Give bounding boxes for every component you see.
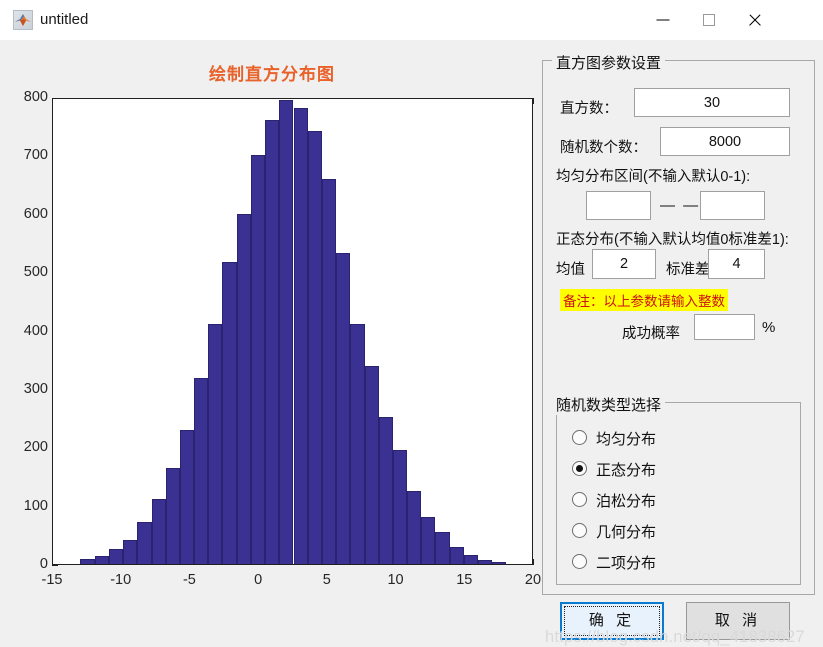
radio-label: 二项分布: [596, 555, 657, 572]
probability-label: 成功概率: [622, 326, 680, 342]
window-content: 绘制直方分布图 0 100 200 300 400 500 600 700 800 -15 -10…: [0, 40, 823, 646]
histogram-figure: 绘制直方分布图 0 100 200 300 400 500 600 700 800 -15 -10…: [8, 48, 541, 612]
minimize-button[interactable]: [640, 0, 686, 40]
y-tick-label: 400: [23, 322, 48, 339]
histogram-bar: [194, 378, 209, 564]
ok-button-label: 确 定: [588, 612, 636, 629]
x-tick-label: -10: [110, 572, 132, 588]
y-tick-label: 300: [23, 380, 48, 397]
histogram-bar: [179, 429, 195, 564]
radio-icon[interactable]: [572, 523, 587, 538]
histogram-bar: [137, 521, 152, 564]
maximize-button[interactable]: [686, 0, 732, 40]
x-tick-label: 15: [456, 572, 473, 588]
normal-dist-label: 正态分布(不输入默认均值0标准差1):: [556, 232, 789, 248]
y-tick-label: 200: [23, 439, 48, 456]
x-tick-label: -15: [41, 572, 63, 588]
histogram-bar: [336, 252, 351, 564]
histogram-bar: [350, 323, 365, 564]
mean-label: 均值: [556, 262, 585, 278]
radio-label: 泊松分布: [596, 493, 657, 510]
radio-icon[interactable]: [572, 554, 587, 569]
watermark: https://blog.csdn.net/qq_41838627: [545, 628, 805, 646]
close-icon: [748, 13, 763, 28]
histogram-bar: [108, 548, 124, 564]
probability-input[interactable]: [694, 314, 755, 340]
settings-panel: 直方图参数设置 直方数： 随机数个数： 均匀分布区间(不输入默认0-1): — …: [542, 50, 815, 640]
count-label: 随机数个数：: [560, 140, 647, 156]
histogram-bar: [449, 546, 464, 564]
y-tick-label: 500: [23, 264, 48, 281]
histogram-bar: [492, 561, 507, 564]
histogram-bar: [236, 213, 251, 564]
x-tick-label: 0: [254, 572, 263, 588]
distribution-type-group-title: 随机数类型选择: [552, 394, 666, 415]
histogram-params-group-title: 直方图参数设置: [552, 52, 666, 73]
count-input[interactable]: [660, 127, 790, 156]
histogram-bar: [151, 498, 166, 564]
y-tick-label: 0: [39, 556, 48, 572]
uniform-min-input[interactable]: [586, 191, 651, 220]
integer-note: 备注：以上参数请输入整数: [560, 289, 728, 311]
window-title: untitled: [40, 11, 89, 28]
cancel-button-label: 取 消: [714, 612, 762, 629]
minimize-icon: [656, 19, 670, 21]
histogram-bar: [80, 559, 95, 564]
close-button[interactable]: [732, 0, 778, 40]
x-tick-mark: [533, 559, 534, 565]
bins-input[interactable]: [634, 88, 790, 117]
histogram-bar: [435, 532, 450, 564]
app-window: untitled 绘制直方分布图 0 100 200 300 400 500 600 700 8…: [0, 0, 823, 646]
title-bar: untitled: [0, 0, 823, 40]
y-tick-label: 600: [23, 205, 48, 222]
radio-label: 正态分布: [596, 462, 657, 479]
uniform-range-label: 均匀分布区间(不输入默认0-1):: [556, 169, 751, 185]
radio-icon[interactable]: [572, 430, 587, 445]
range-separator: — —: [660, 197, 701, 214]
histogram-bar: [321, 178, 337, 564]
histogram-bar: [123, 540, 138, 564]
histogram-bar: [222, 262, 237, 564]
radio-icon[interactable]: [572, 461, 587, 476]
y-tick-mark: [52, 565, 58, 566]
histogram-bar: [293, 107, 308, 564]
y-tick-label: 700: [23, 147, 48, 164]
plot-area: [52, 98, 533, 565]
histogram-bar: [421, 516, 436, 564]
x-tick-label: 10: [387, 572, 404, 588]
distribution-type-group: [556, 402, 801, 585]
histogram-bar: [279, 99, 294, 564]
radio-label: 几何分布: [596, 524, 657, 541]
x-tick-label: -5: [182, 572, 196, 588]
uniform-max-input[interactable]: [700, 191, 765, 220]
histogram-bar: [407, 491, 422, 564]
x-tick-label: 5: [322, 572, 331, 588]
histogram-bar: [392, 449, 408, 564]
histogram-bar: [265, 120, 280, 564]
x-tick-mark-top: [533, 98, 534, 104]
histogram-bar: [378, 416, 393, 564]
histogram-bar: [208, 323, 223, 564]
std-label: 标准差: [666, 262, 710, 278]
mean-input[interactable]: [592, 249, 656, 279]
percent-unit: %: [762, 319, 776, 336]
matlab-icon: [13, 10, 33, 30]
std-input[interactable]: [708, 249, 765, 279]
y-tick-label: 100: [23, 497, 48, 514]
chart-title: 绘制直方分布图: [209, 65, 335, 84]
y-tick-label: 800: [23, 89, 48, 105]
histogram-bar: [94, 555, 109, 564]
histogram-bars: [53, 99, 532, 564]
histogram-bar: [478, 559, 493, 564]
bins-label: 直方数：: [560, 101, 618, 117]
histogram-bar: [463, 554, 479, 564]
histogram-bar: [250, 155, 266, 564]
histogram-bar: [364, 365, 379, 564]
histogram-bar: [165, 467, 180, 564]
maximize-icon: [703, 14, 715, 26]
radio-icon[interactable]: [572, 492, 587, 507]
radio-label: 均匀分布: [596, 431, 657, 448]
histogram-bar: [307, 130, 322, 564]
